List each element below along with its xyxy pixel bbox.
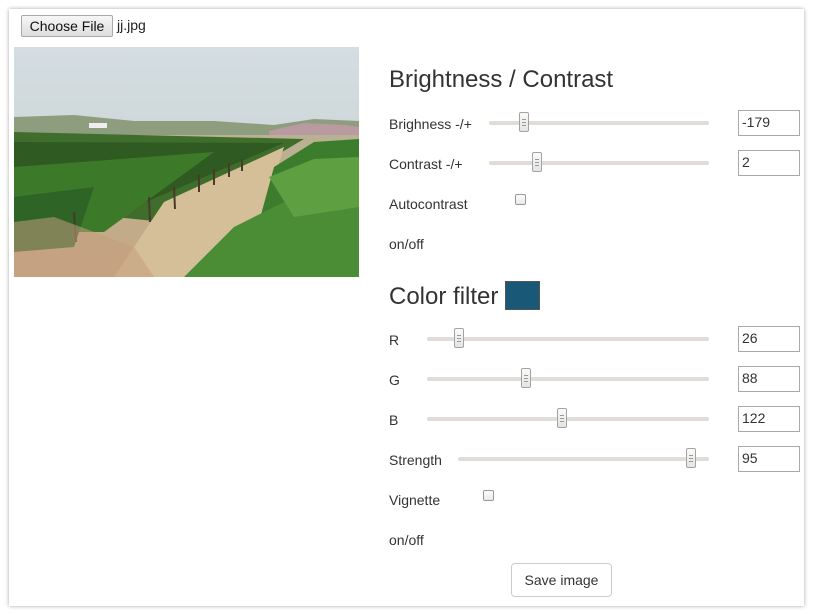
g-slider-thumb[interactable] — [520, 368, 531, 388]
file-name: jj.jpg — [117, 17, 146, 33]
contrast-label: Contrast -/+ — [389, 156, 463, 172]
r-input[interactable]: 26 — [738, 326, 800, 352]
preview-image — [14, 47, 359, 277]
vignette-checkbox[interactable] — [483, 490, 494, 501]
g-slider[interactable] — [427, 368, 709, 388]
strength-slider[interactable] — [458, 448, 709, 468]
brightness-contrast-title: Brightness / Contrast — [389, 66, 614, 93]
brightness-label: Brighness -/+ — [389, 116, 472, 132]
b-input[interactable]: 122 — [738, 406, 800, 432]
vignette-label: Vignette — [389, 492, 441, 508]
autocontrast-checkbox[interactable] — [515, 194, 526, 205]
g-label: G — [389, 372, 400, 388]
g-input[interactable]: 88 — [738, 366, 800, 392]
contrast-slider[interactable] — [489, 152, 709, 172]
r-slider-thumb[interactable] — [454, 328, 465, 348]
r-label: R — [389, 332, 400, 348]
contrast-slider-thumb[interactable] — [532, 152, 543, 172]
strength-input[interactable]: 95 — [738, 446, 800, 472]
vignette-onoff-label: on/off — [389, 532, 424, 548]
strength-label: Strength — [389, 452, 442, 468]
color-filter-title: Color filter — [389, 283, 499, 310]
choose-file-button[interactable]: Choose File — [21, 15, 113, 37]
brightness-slider-thumb[interactable] — [519, 112, 530, 132]
autocontrast-label: Autocontrast — [389, 196, 468, 212]
brightness-input[interactable]: -179 — [738, 110, 800, 136]
b-label: B — [389, 412, 399, 428]
b-slider[interactable] — [427, 408, 709, 428]
r-slider[interactable] — [427, 328, 709, 348]
save-image-button[interactable]: Save image — [511, 563, 612, 597]
contrast-input[interactable]: 2 — [738, 150, 800, 176]
b-slider-thumb[interactable] — [557, 408, 568, 428]
brightness-slider[interactable] — [489, 112, 709, 132]
strength-slider-thumb[interactable] — [686, 448, 697, 468]
color-filter-swatch — [505, 281, 540, 310]
autocontrast-onoff-label: on/off — [389, 236, 424, 252]
